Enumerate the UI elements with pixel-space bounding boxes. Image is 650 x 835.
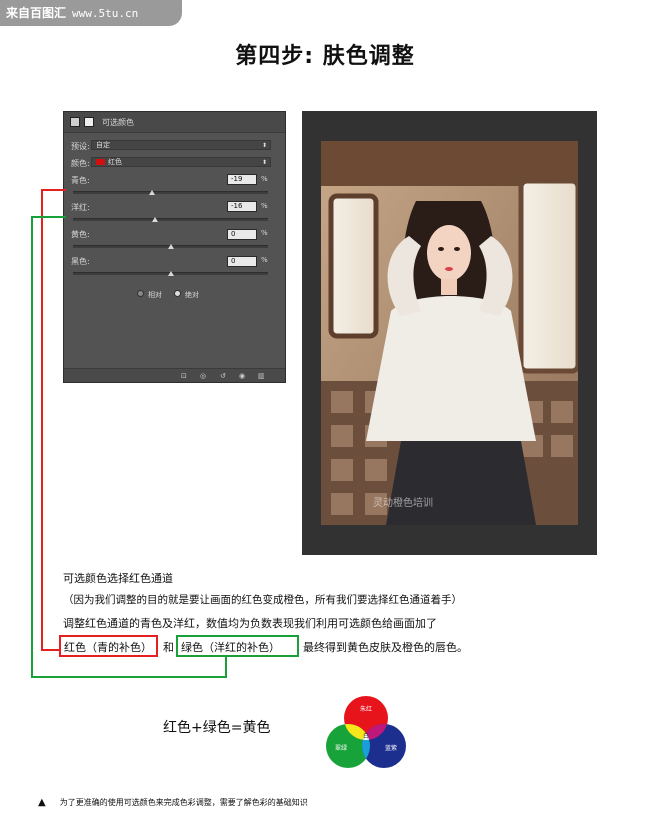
triangle-bullet-icon: ▲ [38,797,46,808]
color-formula: 红色+绿色=黄色 [163,720,271,736]
color-swatch [96,159,105,165]
body-line-4-red: 红色（青的补色） [64,641,152,654]
red-connector-line [41,189,43,651]
panel-bottom-toolbar: ⊡ ◎ ↺ ◉ ▥ [64,368,285,382]
footer-note-text: 为了更准确的使用可选颜色来完成色彩调整，需要了解色彩的基础知识 [59,798,308,807]
selective-color-panel: 可选颜色 预设: 自定 ⬍ 颜色: 红色 ⬍ 青色: -19 % 洋红: -16… [63,111,286,383]
clip-icon[interactable]: ⊡ [181,372,187,380]
preset-select[interactable]: 自定 ⬍ [91,140,271,150]
select-arrows-icon: ⬍ [261,159,267,166]
yellow-label: 黄色: [71,230,90,239]
green-connector-line [31,216,66,218]
green-connector-line [225,655,227,678]
body-line-4-and: 和 [163,641,174,654]
cyan-value-input[interactable]: -19 [227,174,257,185]
eye-icon[interactable]: ◉ [239,372,245,380]
body-line-3: 调整红色通道的青色及洋红，数值均为负数表现我们利用可选颜色给画面加了 [63,617,437,630]
visibility-link-icon[interactable]: ◎ [200,372,206,380]
page-title: 第四步: 肤色调整 [235,44,415,69]
green-connector-line [31,676,227,678]
adjustment-layer-icon[interactable] [70,117,80,127]
magenta-percent: % [261,202,268,210]
black-percent: % [261,256,268,264]
watermark-site-name: 来自百图汇 [6,6,67,20]
green-connector-line [31,216,33,678]
absolute-label: 绝对 [185,291,199,299]
rgb-venn-diagram: 朱红 翠绿 蓝紫 白 [324,694,408,774]
venn-green-label: 翠绿 [335,744,347,752]
yellow-slider-thumb[interactable] [167,244,174,249]
body-line-2: （因为我们调整的目的就是要让画面的红色变成橙色，所有我们要选择红色通道着手） [63,594,462,606]
venn-blue-label: 蓝紫 [385,744,397,752]
panel-header: 可选颜色 [64,112,285,133]
site-watermark: 来自百图汇 www.5tu.cn [0,0,182,26]
yellow-percent: % [261,229,268,237]
portrait-illustration: 灵动橙色培训 [321,141,578,525]
yellow-value-input[interactable]: 0 [227,229,257,240]
colors-label: 颜色: [71,159,90,168]
magenta-value-input[interactable]: -16 [227,201,257,212]
black-slider-thumb[interactable] [167,271,174,276]
relative-label: 相对 [148,291,162,299]
colors-select[interactable]: 红色 ⬍ [91,157,271,167]
watermark-url: www.5tu.cn [72,7,139,20]
cyan-label: 青色: [71,176,90,185]
colors-value: 红色 [108,158,122,166]
cyan-percent: % [261,175,268,183]
body-line-4-end: 最终得到黄色皮肤及橙色的唇色。 [303,641,468,654]
black-value-input[interactable]: 0 [227,256,257,267]
absolute-radio[interactable] [174,290,181,297]
magenta-slider-track[interactable] [73,218,268,221]
preset-label: 预设: [71,142,90,151]
cyan-slider-track[interactable] [73,191,268,194]
select-arrows-icon: ⬍ [261,142,267,149]
photo-watermark: 灵动橙色培训 [373,496,433,509]
cyan-slider-thumb[interactable] [148,190,155,195]
trash-icon[interactable]: ▥ [258,372,265,380]
red-connector-line [41,189,66,191]
portrait-photo: 灵动橙色培训 [321,141,578,525]
preset-value: 自定 [96,141,110,149]
body-line-4-green: 绿色（洋红的补色） [181,641,280,654]
magenta-slider-thumb[interactable] [151,217,158,222]
black-label: 黑色: [71,257,90,266]
body-line-1: 可选颜色选择红色通道 [63,572,173,585]
panel-title: 可选颜色 [102,118,134,127]
venn-center-label: 白 [363,732,369,740]
magenta-label: 洋红: [71,203,90,212]
footer-note: ▲ 为了更准确的使用可选颜色来完成色彩调整，需要了解色彩的基础知识 [38,797,308,808]
layer-mask-icon[interactable] [84,117,94,127]
red-connector-line [41,649,61,651]
reset-icon[interactable]: ↺ [220,372,226,380]
venn-red-label: 朱红 [360,705,372,713]
relative-radio[interactable] [137,290,144,297]
